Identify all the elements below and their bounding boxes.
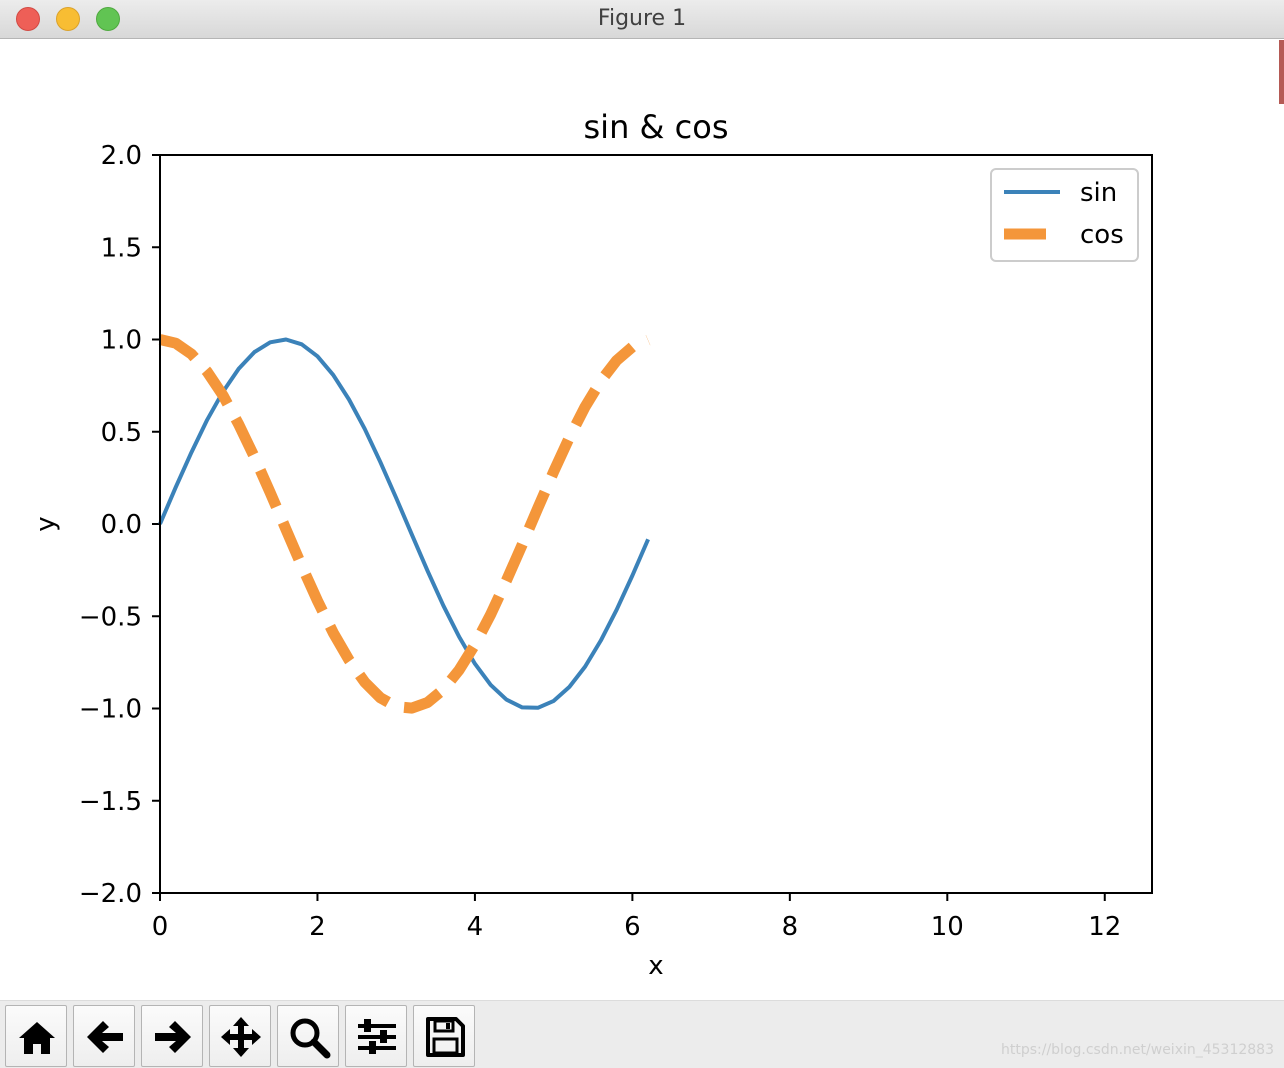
x-tick-label: 8 [782,912,799,942]
chart-title: sin & cos [584,108,729,146]
y-tick-label: 1.5 [101,233,142,263]
plot-lines [158,334,651,714]
y-tick-label: −0.5 [79,602,142,632]
pan-button[interactable] [209,1005,271,1067]
y-tick-label: −1.5 [79,787,142,817]
watermark: https://blog.csdn.net/weixin_45312883 [1000,1042,1274,1058]
window-titlebar: Figure 1 [0,0,1284,39]
x-tick-label: 12 [1088,912,1121,942]
arrow-left-icon [87,1021,123,1053]
configure-subplots-button[interactable] [345,1005,407,1067]
x-tick-label: 6 [624,912,641,942]
window-title: Figure 1 [597,6,687,31]
series-line-cos [158,334,651,714]
zoom-button[interactable] [277,1005,339,1067]
legend-label-cos: cos [1080,220,1124,250]
x-tick-label: 10 [931,912,964,942]
zoom-icon [290,1018,331,1059]
save-icon [426,1017,465,1057]
plot-frame [159,154,1153,894]
y-tick-label: 0.0 [101,510,142,540]
chart-svg: sin & cos x y 0 2 4 6 8 10 12 2.0 1.5 1.0 0.5 0.0 −0… [31,108,1153,981]
series-line-sin [158,337,650,710]
x-tick-label: 0 [152,912,169,942]
figure-canvas[interactable]: sin & cos x y 0 2 4 6 8 10 12 2.0 1.5 1.0 0.5 0.0 −0… [0,40,1284,1000]
navigation-toolbar: https://blog.csdn.net/weixin_45312883 [0,1000,1284,1068]
x-tick-label: 2 [309,912,326,942]
y-tick-label: −2.0 [79,879,142,909]
sliders-icon [358,1019,396,1054]
home-button[interactable] [5,1005,67,1067]
y-axis-label: y [31,516,61,531]
y-tick-label: 2.0 [101,141,142,171]
forward-button[interactable] [141,1005,203,1067]
y-tick-label: 0.5 [101,418,142,448]
axis-ticks: 0 2 4 6 8 10 12 2.0 1.5 1.0 0.5 0.0 −0.5 −1.0 −1.5 −2.0 [79,141,1121,942]
save-button[interactable] [413,1005,475,1067]
x-tick-label: 4 [467,912,484,942]
x-axis-label: x [648,951,663,981]
arrow-right-icon [155,1021,191,1053]
move-icon [221,1017,261,1057]
y-tick-label: −1.0 [79,695,142,725]
legend-label-sin: sin [1080,178,1117,208]
y-tick-label: 1.0 [101,326,142,356]
home-icon [19,1022,55,1054]
legend: sin cos [990,168,1139,262]
back-button[interactable] [73,1005,135,1067]
